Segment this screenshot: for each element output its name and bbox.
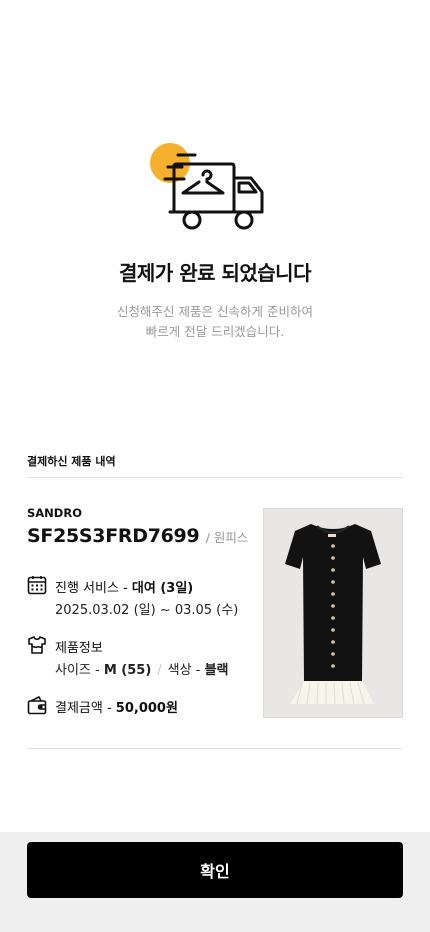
- product-info-label: 제품정보: [55, 641, 103, 656]
- delivery-truck-icon: [148, 140, 268, 236]
- completion-hero: 결제가 완료 되었습니다 신청해주신 제품은 신속하게 준비하여 빠르게 전달 …: [0, 0, 430, 430]
- section-divider: [27, 477, 403, 478]
- section-divider: [27, 748, 403, 749]
- size-and-color: 사이즈 - M (55) / 색상 - 블랙: [55, 663, 229, 678]
- product-code: SF25S3FRD7699 / 원피스: [27, 525, 249, 547]
- tshirt-icon: [27, 635, 47, 655]
- subtitle-line-1: 신청해주신 제품은 신속하게 준비하여: [117, 304, 313, 319]
- bottom-action-bar: 확인: [0, 832, 430, 932]
- product-brand: SANDRO: [27, 506, 82, 520]
- subtitle-line-2: 빠르게 전달 드리겠습니다.: [145, 324, 285, 339]
- wallet-icon: [27, 695, 47, 715]
- order-section-title: 결제하신 제품 내역: [27, 455, 116, 468]
- page-title: 결제가 완료 되었습니다: [119, 261, 311, 285]
- calendar-icon: [27, 575, 47, 595]
- page-subtitle: 신청해주신 제품은 신속하게 준비하여 빠르게 전달 드리겠습니다.: [0, 302, 430, 342]
- confirm-button[interactable]: 확인: [27, 842, 403, 898]
- rental-period: 2025.03.02 (일) ~ 03.05 (수): [55, 603, 239, 618]
- payment-amount: 결제금액 - 50,000원: [55, 701, 178, 716]
- service-label: 진행 서비스 - 대여 (3일): [55, 581, 194, 596]
- product-image: [263, 508, 403, 718]
- product-category: / 원피스: [205, 530, 249, 545]
